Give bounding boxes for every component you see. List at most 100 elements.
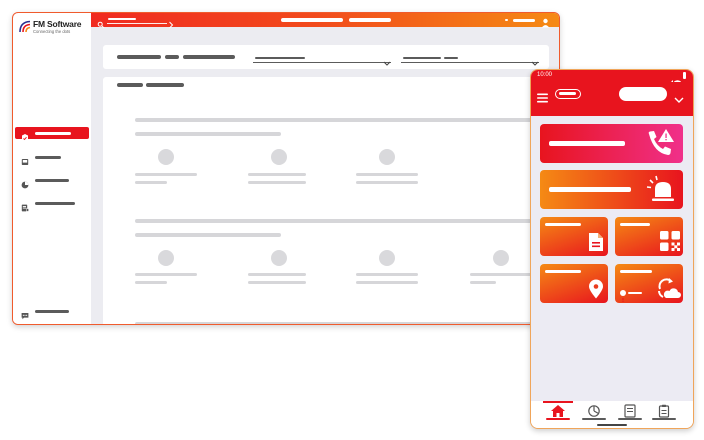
sidebar-item[interactable] [15,174,89,189]
stat-label [248,173,306,176]
stat-label [470,273,532,276]
stat-avatar [158,250,174,266]
notes-icon[interactable] [618,404,642,420]
signal-icon [667,73,673,86]
hamburger-icon[interactable] [537,90,548,103]
wifi-icon [674,73,681,86]
home-indicator[interactable] [597,424,627,426]
breadcrumb-line [108,18,136,20]
tile-label [549,187,631,192]
stat-avatar [379,250,395,266]
section-heading [135,322,559,324]
logo: FM Software Connecting the dots [19,19,89,41]
logo-mark-icon [19,20,31,33]
sidebar-item-label [35,131,71,135]
stat-avatar [379,149,395,165]
user-icon[interactable] [541,15,550,28]
pie-chart-icon [21,176,29,189]
top-bar [13,13,559,29]
stat-value [135,181,167,184]
stat-label [356,273,418,276]
report-icon [21,199,29,212]
phone-frame: 10:00 [530,69,694,429]
chevron-right-icon [168,16,174,29]
stat-label [248,273,306,276]
section-subheading [135,233,281,237]
sidebar-item-label [35,309,69,313]
chat-icon [21,307,29,320]
bottom-nav-active-indicator [543,401,573,403]
top-bar-tab[interactable] [349,18,391,22]
filter-card [103,45,549,69]
location-tile[interactable] [540,264,608,303]
phone-alert-icon [644,128,676,160]
qr-code-icon [660,231,680,251]
chevron-down-icon [383,54,391,66]
search-input[interactable] [107,23,167,24]
stat-value [356,281,418,284]
tile-label [620,270,652,273]
sidebar-item-label [35,155,61,159]
stat-value [470,281,496,284]
sidebar-item[interactable] [15,151,89,165]
clipboard-icon[interactable] [652,404,676,420]
filter-dropdown[interactable] [253,53,391,66]
bottom-nav [531,401,693,423]
chart-icon[interactable] [582,404,606,420]
document-tile[interactable] [540,217,608,256]
filter-label [117,55,161,59]
sidebar-item-label [35,201,75,205]
desktop-window: FM Software Connecting the dots [12,12,560,325]
home-icon[interactable] [546,404,570,420]
alert-icon [620,290,626,302]
status-time: 10:00 [537,72,553,78]
stat-label [135,273,197,276]
alarm-tile[interactable] [540,170,683,209]
filter-label [183,55,235,59]
stat-value [135,281,167,284]
card-title [117,83,143,87]
dropdown-value [255,57,305,59]
main-content [91,27,559,324]
site-selector[interactable] [619,87,667,101]
section-subheading [135,132,281,136]
filter-dropdown[interactable] [401,53,539,66]
logo-tagline: Connecting the dots [33,29,71,34]
clipboard-icon [21,129,29,142]
stat-value [356,181,418,184]
qr-tile[interactable] [615,217,683,256]
filter-label [165,55,179,59]
status-bar: 10:00 [531,70,693,86]
gesture-bar [531,423,693,428]
logo-title: FM Software [33,19,82,29]
search-icon[interactable] [97,16,105,29]
section-heading [135,219,559,223]
top-bar-tab[interactable] [281,18,343,22]
stat-avatar [271,250,287,266]
tile-label [545,270,581,273]
stat-value [248,281,306,284]
sidebar-item-label [35,178,69,182]
chevron-down-icon [531,54,539,66]
card-title [146,83,184,87]
stat-avatar [271,149,287,165]
dropdown-value [403,57,441,59]
siren-icon [646,174,676,205]
tile-status [628,292,642,294]
user-name [513,18,535,22]
phone-alert-tile[interactable] [540,124,683,163]
sidebar-item-active[interactable] [15,127,89,142]
dashboard-card [103,77,559,324]
sidebar-item[interactable] [15,197,89,212]
app-title [555,89,581,99]
sync-tile[interactable] [615,264,683,303]
tile-label [549,141,625,146]
stat-label [356,173,418,176]
stat-avatar [158,149,174,165]
sidebar-footer-item[interactable] [15,305,89,320]
dropdown-value [444,57,458,59]
app-bar [531,82,693,116]
battery-icon [683,72,686,79]
location-pin-icon [588,279,604,299]
chevron-down-icon[interactable] [674,91,684,103]
